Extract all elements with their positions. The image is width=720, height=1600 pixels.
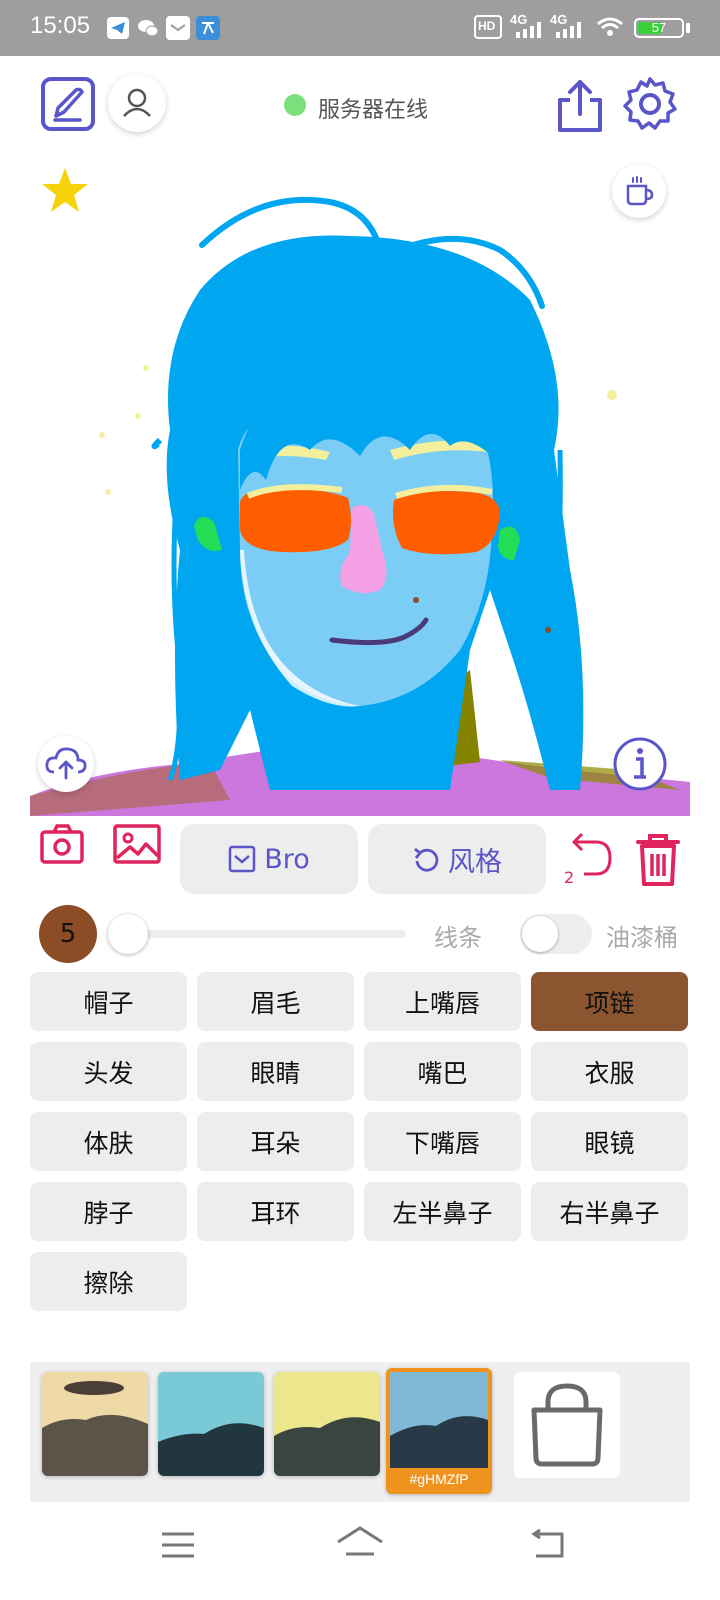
wechat-icon: [136, 16, 160, 40]
clock: 15:05: [30, 12, 91, 39]
bro-label: Bro: [264, 843, 310, 875]
category-button[interactable]: 右半鼻子: [531, 1182, 688, 1241]
share-button[interactable]: [552, 76, 608, 134]
info-button[interactable]: [612, 736, 668, 792]
bucket-mode-label: 油漆桶: [606, 924, 678, 952]
category-button[interactable]: 耳朵: [197, 1112, 354, 1171]
menu-nav-button[interactable]: [160, 1530, 196, 1560]
category-button[interactable]: 头发: [30, 1042, 187, 1101]
category-button[interactable]: 脖子: [30, 1182, 187, 1241]
toggle-knob[interactable]: [522, 916, 558, 952]
cloud-upload-icon: [45, 747, 87, 780]
part-category-grid: 帽子 眉毛 上嘴唇 项链头发 眼睛 嘴巴 衣服体肤 耳朵 下嘴唇 眼镜脖子 耳环 左半鼻子 右半鼻子擦除: [30, 972, 690, 1311]
style-thumbnail[interactable]: [274, 1372, 380, 1476]
shop-button[interactable]: [514, 1372, 620, 1478]
edit-button[interactable]: [40, 76, 96, 132]
menu-icon: [162, 1532, 194, 1558]
style-thumbnail[interactable]: [42, 1372, 148, 1476]
delete-button[interactable]: [634, 832, 682, 888]
slider-thumb[interactable]: [108, 914, 148, 954]
rotate-icon: [414, 847, 439, 872]
telegram-icon: [106, 16, 130, 40]
server-status-text: 服务器在线: [318, 98, 429, 123]
image-icon: [113, 824, 161, 864]
style-thumbnail-strip: #gHMZfP: [30, 1362, 690, 1502]
settings-button[interactable]: [622, 76, 678, 132]
star-icon: [42, 168, 88, 212]
coffee-icon: [626, 176, 654, 206]
category-button[interactable]: 眼镜: [531, 1112, 688, 1171]
category-button[interactable]: 嘴巴: [364, 1042, 521, 1101]
style-code-label: #gHMZfP: [390, 1468, 488, 1490]
home-icon: [337, 1526, 383, 1556]
trash-icon: [636, 834, 680, 886]
home-nav-button[interactable]: [336, 1524, 384, 1562]
hd-icon: HD: [474, 15, 502, 39]
status-bar: 15:05 HD 4G 4G 57: [0, 0, 720, 56]
wifi-icon: [596, 16, 624, 42]
style-thumbnail-selected[interactable]: #gHMZfP: [386, 1368, 492, 1494]
camera-button[interactable]: [38, 820, 88, 868]
share-icon: [558, 80, 602, 132]
line-mode-label: 线条: [434, 924, 482, 952]
server-status-dot: [284, 94, 306, 116]
shopping-bag-icon: [531, 1383, 603, 1467]
category-button[interactable]: 左半鼻子: [364, 1182, 521, 1241]
gallery-button[interactable]: [112, 820, 164, 868]
edit-icon: [41, 77, 95, 131]
style-label: 风格: [448, 846, 502, 878]
category-button[interactable]: 项链: [531, 972, 688, 1031]
checkbox-icon: [228, 845, 256, 873]
category-button[interactable]: 眼睛: [197, 1042, 354, 1101]
category-button[interactable]: 体肤: [30, 1112, 187, 1171]
category-button[interactable]: 眉毛: [197, 972, 354, 1031]
system-nav-bar: [0, 1510, 720, 1600]
info-icon: [613, 737, 667, 791]
category-button[interactable]: 帽子: [30, 972, 187, 1031]
mail-icon: [166, 16, 190, 40]
style-thumbnail[interactable]: [158, 1372, 264, 1476]
drawing-canvas[interactable]: [30, 150, 690, 816]
battery-icon: 57: [634, 18, 684, 38]
bro-button[interactable]: Bro: [180, 824, 358, 894]
category-button[interactable]: 下嘴唇: [364, 1112, 521, 1171]
upload-button[interactable]: [38, 736, 94, 792]
translate-icon: [196, 16, 220, 40]
user-icon: [123, 88, 151, 117]
portrait-drawing: [30, 196, 690, 816]
signal-icon-2: [556, 22, 582, 42]
signal-icon-1: [516, 22, 542, 42]
gear-icon: [623, 77, 677, 130]
undo-button[interactable]: 2: [562, 830, 616, 888]
profile-button[interactable]: [108, 74, 166, 132]
style-button[interactable]: 风格: [368, 824, 546, 894]
favorite-button[interactable]: [40, 166, 90, 214]
category-button[interactable]: 上嘴唇: [364, 972, 521, 1031]
undo-count: 2: [564, 868, 575, 887]
brush-size-slider[interactable]: [128, 930, 406, 938]
back-nav-button[interactable]: [530, 1528, 568, 1562]
camera-icon: [40, 824, 84, 864]
back-icon: [531, 1528, 564, 1558]
category-button[interactable]: 耳环: [197, 1182, 354, 1241]
category-button[interactable]: 衣服: [531, 1042, 688, 1101]
brush-size-badge[interactable]: 5: [39, 905, 97, 963]
battery-tip: [686, 23, 690, 33]
category-button[interactable]: 擦除: [30, 1252, 187, 1311]
coffee-button[interactable]: [612, 164, 666, 218]
